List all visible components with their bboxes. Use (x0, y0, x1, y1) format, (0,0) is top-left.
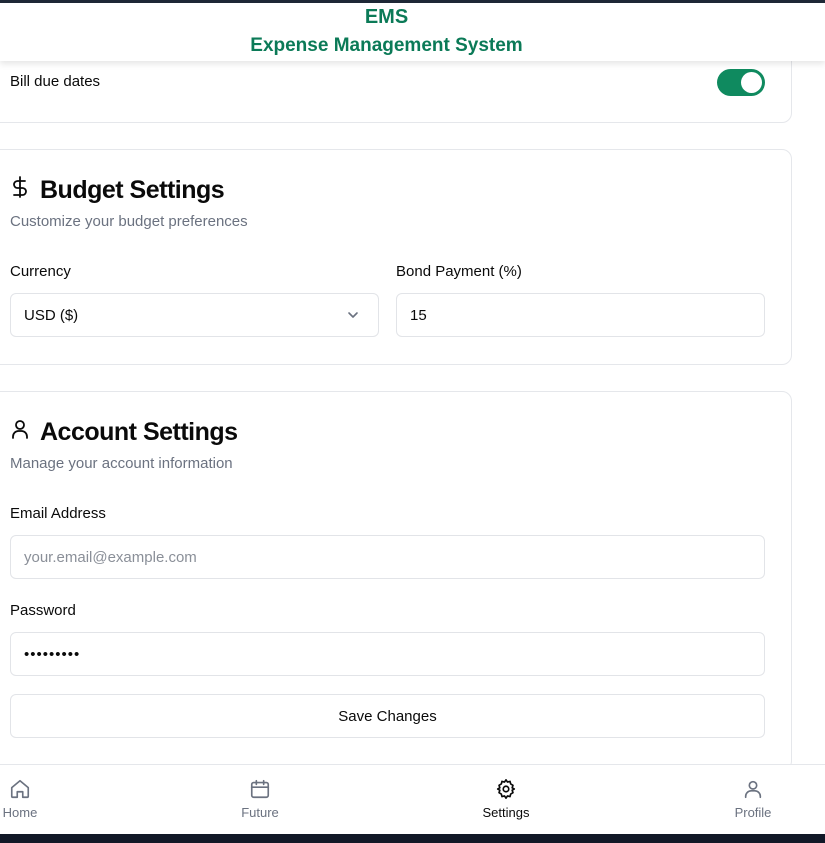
system-bottom-bar (0, 834, 825, 843)
app-title: Expense Management System (250, 35, 523, 56)
password-value: ••••••••• (24, 645, 81, 663)
app-abbreviation: EMS (364, 6, 409, 28)
bill-due-dates-toggle[interactable] (717, 69, 765, 96)
email-label: Email Address (10, 505, 106, 522)
password-label: Password (10, 602, 76, 619)
budget-settings-subtitle: Customize your budget preferences (10, 213, 248, 230)
nav-item-settings[interactable]: Settings (461, 765, 551, 835)
app-header: EMS Expense Management System (0, 3, 825, 61)
nav-label-profile: Profile (734, 805, 772, 820)
budget-settings-title: Budget Settings (40, 176, 225, 204)
account-settings-title: Account Settings (40, 418, 238, 446)
bill-due-dates-label: Bill due dates (10, 73, 101, 90)
user-icon (742, 778, 764, 805)
toggle-knob (741, 72, 762, 93)
nav-label-settings: Settings (482, 805, 530, 820)
calendar-icon (249, 778, 271, 805)
budget-settings-heading: Budget Settings (10, 176, 225, 205)
email-field[interactable]: your.email@example.com (10, 535, 765, 579)
currency-value: USD ($) (24, 306, 79, 324)
settings-page: EMS Expense Management System Bill due d… (0, 0, 825, 843)
home-icon (9, 778, 31, 805)
currency-label: Currency (10, 263, 71, 280)
currency-select[interactable]: USD ($) (10, 293, 379, 337)
email-placeholder: your.email@example.com (24, 548, 197, 566)
save-changes-button[interactable]: Save Changes (10, 694, 765, 738)
gear-icon (495, 778, 517, 805)
password-field[interactable]: ••••••••• (10, 632, 765, 676)
bond-payment-value: 15 (410, 306, 427, 324)
nav-item-home[interactable]: Home (0, 765, 65, 835)
nav-item-profile[interactable]: Profile (708, 765, 798, 835)
bond-payment-label: Bond Payment (%) (396, 263, 522, 280)
nav-label-future: Future (241, 805, 279, 820)
bond-payment-input[interactable]: 15 (396, 293, 765, 337)
account-settings-subtitle: Manage your account information (10, 455, 233, 472)
dollar-icon (10, 176, 30, 205)
nav-label-home: Home (2, 805, 38, 820)
chevron-down-icon (346, 308, 360, 326)
account-settings-heading: Account Settings (10, 418, 238, 447)
bottom-nav: Home Future Settings Profile (0, 764, 825, 834)
nav-item-future[interactable]: Future (215, 765, 305, 835)
user-icon (10, 418, 30, 447)
